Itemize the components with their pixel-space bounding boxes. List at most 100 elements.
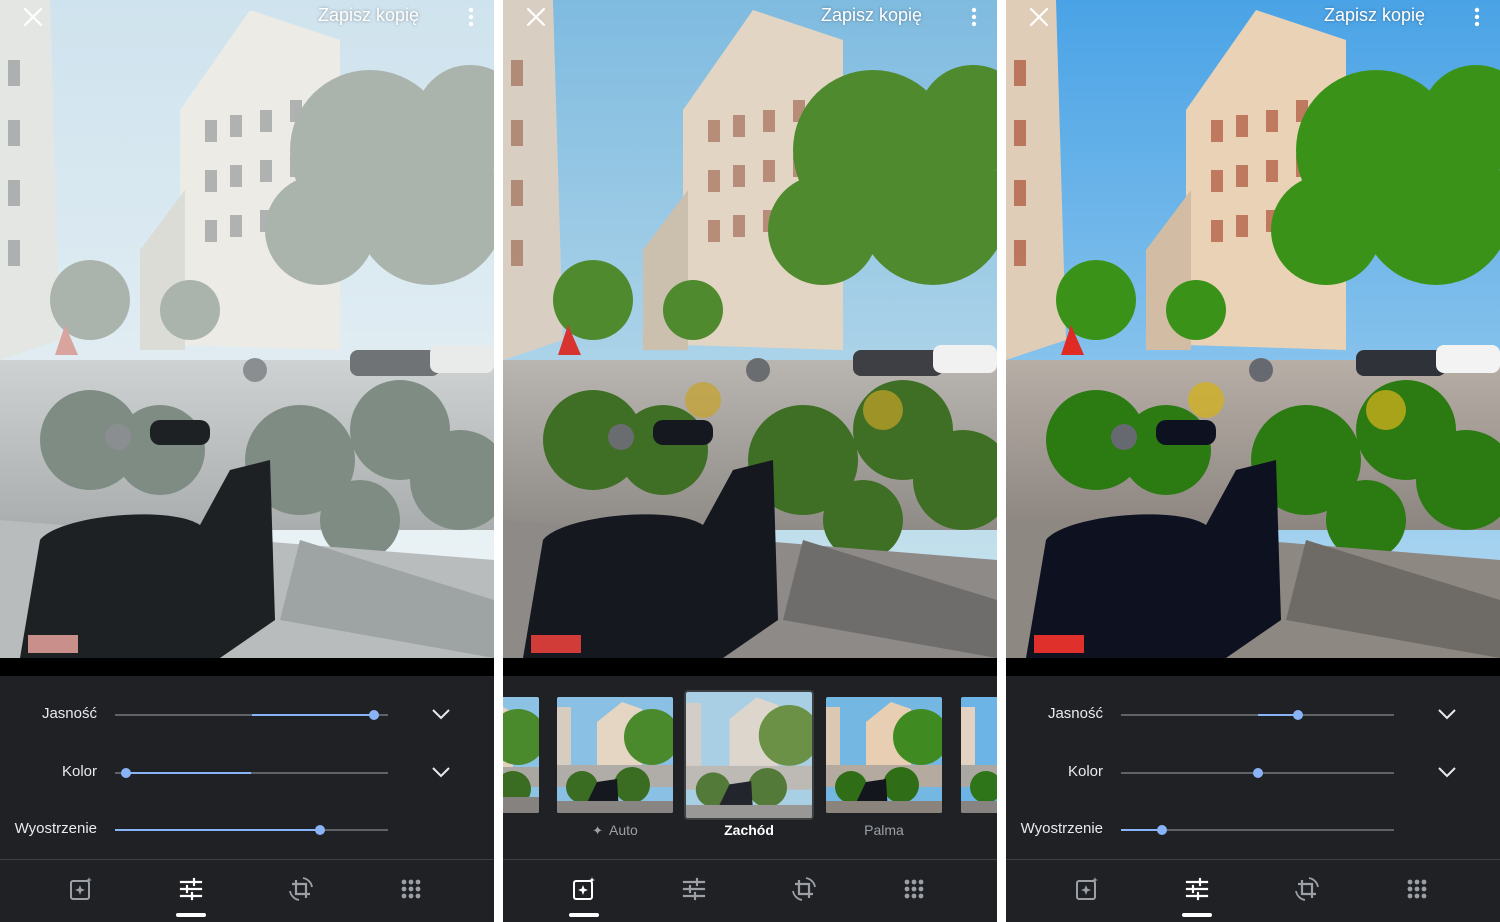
nav-adjust[interactable] bbox=[681, 876, 707, 902]
nav-adjust[interactable] bbox=[178, 876, 204, 902]
editor-screen-filters: Zapisz kopię ✦ Auto Zachód Palma bbox=[503, 0, 997, 922]
photo-bottom-band bbox=[503, 658, 997, 676]
slider-thumb[interactable] bbox=[1252, 768, 1263, 778]
photo-bottom-band bbox=[0, 658, 494, 676]
chevron-down-icon bbox=[1438, 767, 1456, 778]
color-slider[interactable] bbox=[1121, 768, 1394, 778]
adjust-panel: Jasność Kolor Wyostrzenie bbox=[0, 676, 494, 859]
nav-more-tools[interactable] bbox=[1404, 876, 1430, 902]
crop-rotate-icon bbox=[289, 877, 313, 901]
more-tools-icon bbox=[1407, 879, 1427, 899]
more-options-button[interactable] bbox=[1469, 6, 1485, 28]
slider-thumb[interactable] bbox=[314, 825, 325, 835]
slider-row-brightness: Jasność bbox=[1006, 699, 1500, 729]
photo-bottom-band bbox=[1006, 658, 1500, 676]
expand-color-button[interactable] bbox=[1436, 763, 1458, 781]
slider-row-sharpen: Wyostrzenie bbox=[0, 814, 494, 844]
bottom-nav bbox=[1006, 859, 1500, 922]
nav-adjust[interactable] bbox=[1184, 876, 1210, 902]
chevron-down-icon bbox=[432, 767, 450, 778]
slider-thumb[interactable] bbox=[1293, 710, 1304, 720]
crop-rotate-icon bbox=[792, 877, 816, 901]
slider-label: Wyostrzenie bbox=[14, 820, 97, 837]
sharpen-slider[interactable] bbox=[115, 825, 388, 835]
more-options-button[interactable] bbox=[463, 6, 479, 28]
slider-thumb[interactable] bbox=[1156, 825, 1167, 835]
filter-label-auto: ✦ Auto bbox=[592, 822, 638, 838]
save-copy-button[interactable]: Zapisz kopię bbox=[318, 5, 419, 26]
brightness-slider[interactable] bbox=[115, 710, 388, 720]
chevron-down-icon bbox=[432, 709, 450, 720]
filter-label-palma: Palma bbox=[864, 822, 904, 838]
nav-crop-rotate[interactable] bbox=[288, 876, 314, 902]
adjust-panel: Jasność Kolor Wyostrzenie bbox=[1006, 676, 1500, 859]
brightness-slider[interactable] bbox=[1121, 710, 1394, 720]
adjust-sliders-icon bbox=[179, 877, 203, 901]
photo-preview bbox=[0, 0, 494, 658]
slider-label: Jasność bbox=[41, 705, 97, 722]
suggestions-icon bbox=[1076, 877, 1098, 900]
suggestions-icon bbox=[70, 877, 92, 900]
photo-preview bbox=[503, 0, 997, 658]
nav-suggestions[interactable] bbox=[68, 876, 94, 902]
filter-thumbnail-zachod[interactable] bbox=[686, 692, 812, 818]
filter-thumbnail-palma[interactable] bbox=[826, 697, 942, 813]
close-button[interactable] bbox=[525, 6, 547, 28]
nav-more-tools[interactable] bbox=[398, 876, 424, 902]
street-photo-image bbox=[503, 0, 997, 658]
top-bar: Zapisz kopię bbox=[1006, 0, 1500, 34]
adjust-sliders-icon bbox=[1185, 877, 1209, 901]
slider-row-color: Kolor bbox=[0, 757, 494, 787]
slider-row-brightness: Jasność bbox=[0, 699, 494, 729]
filter-preview-image bbox=[686, 692, 812, 818]
filter-thumbnail-auto[interactable] bbox=[557, 697, 673, 813]
close-button[interactable] bbox=[1028, 6, 1050, 28]
nav-crop-rotate[interactable] bbox=[1294, 876, 1320, 902]
filter-preview-image bbox=[503, 697, 539, 813]
more-tools-icon bbox=[401, 879, 421, 899]
slider-label: Kolor bbox=[61, 763, 97, 780]
chevron-down-icon bbox=[1438, 709, 1456, 720]
close-icon bbox=[1029, 7, 1049, 27]
more-vert-icon bbox=[1474, 7, 1480, 27]
more-tools-icon bbox=[904, 879, 924, 899]
nav-suggestions[interactable] bbox=[1074, 876, 1100, 902]
nav-suggestions[interactable] bbox=[571, 876, 597, 902]
color-slider[interactable] bbox=[115, 768, 388, 778]
filter-preview-image bbox=[826, 697, 942, 813]
slider-label: Wyostrzenie bbox=[1020, 820, 1103, 837]
active-tab-indicator bbox=[569, 913, 599, 917]
adjust-sliders-icon bbox=[682, 877, 706, 901]
editor-screen-adjust-2: Zapisz kopię Jasność Kolor Wyostrzenie bbox=[1006, 0, 1500, 922]
filter-label-zachod: Zachód bbox=[724, 822, 774, 838]
expand-brightness-button[interactable] bbox=[430, 705, 452, 723]
nav-more-tools[interactable] bbox=[901, 876, 927, 902]
expand-brightness-button[interactable] bbox=[1436, 705, 1458, 723]
save-copy-button[interactable]: Zapisz kopię bbox=[1324, 5, 1425, 26]
active-tab-indicator bbox=[176, 913, 206, 917]
save-copy-button[interactable]: Zapisz kopię bbox=[821, 5, 922, 26]
suggestions-icon bbox=[573, 877, 595, 900]
close-button[interactable] bbox=[22, 6, 44, 28]
filter-thumbnail-partial-right[interactable] bbox=[961, 697, 997, 813]
filter-strip: ✦ Auto Zachód Palma bbox=[503, 676, 997, 859]
slider-label: Jasność bbox=[1047, 705, 1103, 722]
filter-preview-image bbox=[961, 697, 997, 813]
slider-thumb[interactable] bbox=[369, 710, 380, 720]
sharpen-slider[interactable] bbox=[1121, 825, 1394, 835]
more-vert-icon bbox=[468, 7, 474, 27]
bottom-nav bbox=[503, 859, 997, 922]
editor-screen-adjust-1: Zapisz kopię Jasność Kolor Wyostrzenie bbox=[0, 0, 494, 922]
more-options-button[interactable] bbox=[966, 6, 982, 28]
slider-label: Kolor bbox=[1067, 763, 1103, 780]
slider-row-color: Kolor bbox=[1006, 757, 1500, 787]
filter-thumbnail-partial-left[interactable] bbox=[503, 697, 539, 813]
street-photo-image bbox=[1006, 0, 1500, 658]
filter-preview-image bbox=[557, 697, 673, 813]
slider-thumb[interactable] bbox=[120, 768, 131, 778]
expand-color-button[interactable] bbox=[430, 763, 452, 781]
nav-crop-rotate[interactable] bbox=[791, 876, 817, 902]
bottom-nav bbox=[0, 859, 494, 922]
top-bar: Zapisz kopię bbox=[0, 0, 494, 34]
more-vert-icon bbox=[971, 7, 977, 27]
